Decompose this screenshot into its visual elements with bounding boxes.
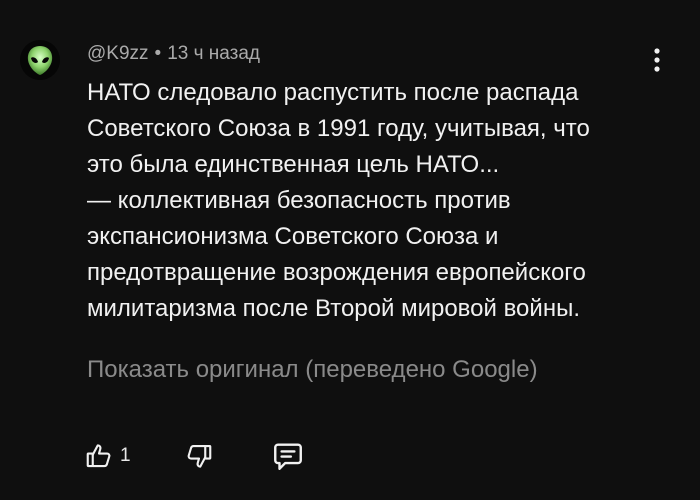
comment-line: милитаризма после Второй мировой войны. [87, 295, 580, 322]
reply-comment-icon [274, 443, 302, 470]
comment-text: НАТО следовало распустить после распада … [87, 75, 677, 327]
like-count: 1 [120, 445, 131, 466]
comment-line: это была единственная цель НАТО... [87, 151, 500, 178]
comment-line: предотвращение возрождения европейского [87, 259, 586, 286]
comment-timestamp[interactable]: 13 ч назад [167, 43, 260, 64]
avatar[interactable] [20, 40, 60, 80]
comment-card: @K9zz • 13 ч назад НАТО следовало распусти… [0, 0, 700, 500]
comment-line: — коллективная безопасность против [87, 187, 511, 214]
show-original-link[interactable]: Показать оригинал (переведено Google) [87, 354, 538, 386]
author-name[interactable]: @K9zz [87, 43, 149, 64]
alien-head-icon [20, 40, 60, 80]
meta-separator: • [154, 43, 162, 64]
dislike-button[interactable] [184, 438, 214, 474]
reply-button[interactable] [271, 438, 305, 474]
comment-meta: @K9zz • 13 ч назад [87, 42, 260, 66]
comment-line: Советского Союза в 1991 году, учитывая, … [87, 115, 590, 142]
comment-line: НАТО следовало распустить после распада [87, 79, 579, 106]
like-button[interactable]: 1 [84, 438, 131, 474]
comment-actions: 1 [0, 432, 700, 480]
more-options-button[interactable] [644, 44, 670, 76]
thumbs-down-icon [187, 444, 212, 468]
thumbs-up-icon [86, 444, 111, 468]
more-vertical-icon [654, 48, 660, 72]
comment-line: экспансионизма Советского Союза и [87, 223, 499, 250]
